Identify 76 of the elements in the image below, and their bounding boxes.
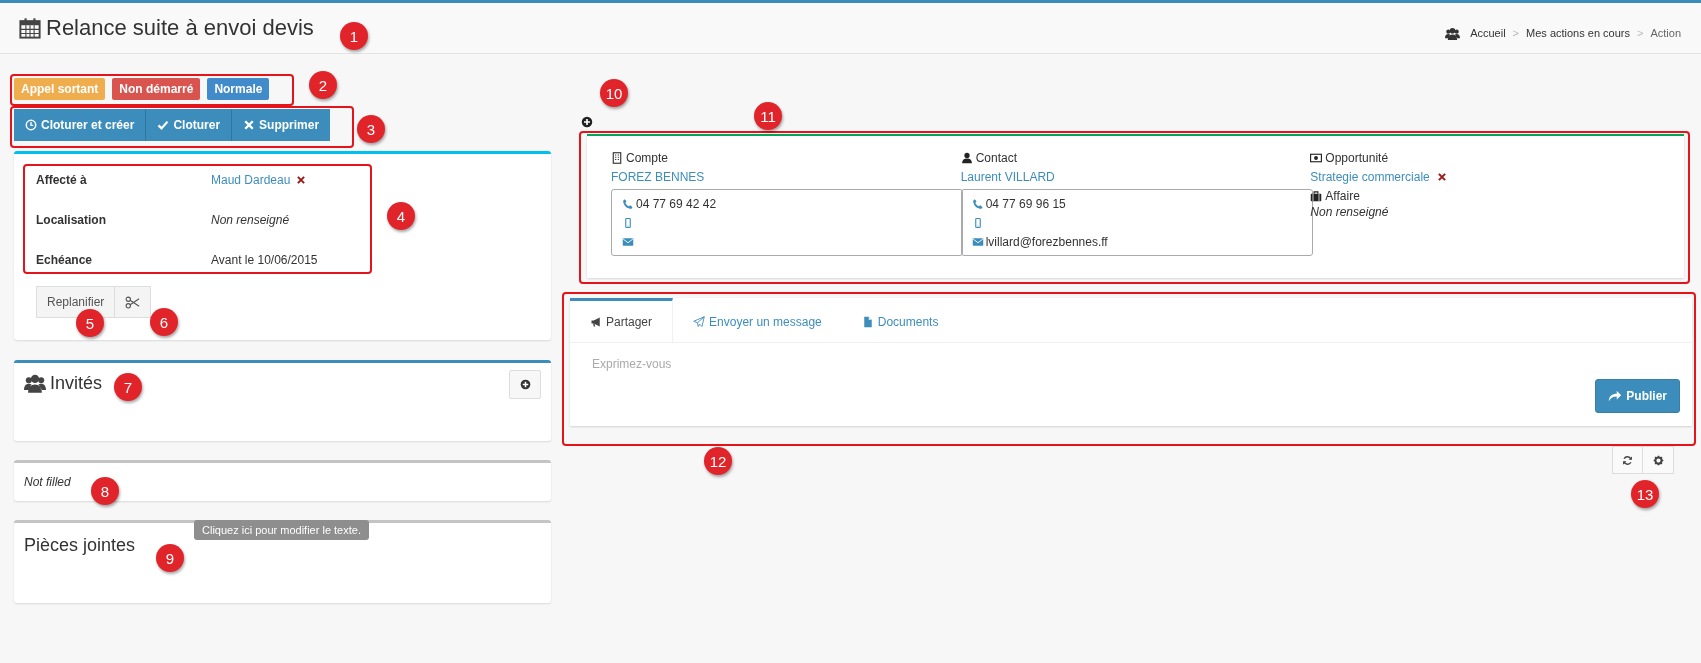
field-label: Echéance — [36, 253, 94, 267]
mobile-icon — [622, 216, 634, 229]
scissors-button[interactable] — [115, 286, 152, 318]
panel-title: Invités — [50, 372, 103, 394]
assignee-link[interactable]: Maud Dardeau — [211, 173, 291, 187]
field-value: Non renseigné — [1310, 205, 1390, 219]
callout-marker: 2 — [309, 71, 337, 99]
plus-icon — [519, 379, 531, 390]
message-field[interactable]: Exprimez-vous — [592, 357, 1680, 379]
section-heading: Compte — [626, 150, 669, 165]
refresh-icon — [1622, 454, 1633, 466]
megaphone-icon — [590, 315, 602, 328]
plus-icon[interactable] — [581, 116, 593, 128]
remove-icon[interactable] — [1436, 171, 1447, 182]
refresh-button[interactable] — [1612, 446, 1643, 474]
user-icon — [960, 151, 973, 164]
calendar-icon — [19, 17, 41, 39]
action-button[interactable]: Cloturer et créer — [14, 109, 147, 141]
group-icon — [1445, 25, 1461, 41]
building-icon — [611, 151, 623, 164]
callout-marker: 11 — [754, 102, 782, 130]
record-link[interactable]: Strategie commerciale — [1310, 169, 1430, 184]
tab[interactable]: Envoyer un message — [673, 298, 842, 342]
tab[interactable]: Partager — [570, 298, 674, 342]
publish-button[interactable]: Publier — [1595, 379, 1680, 413]
breadcrumb-separator: > — [1512, 27, 1520, 39]
callout-marker: 8 — [91, 477, 119, 505]
callout-marker: 12 — [704, 447, 732, 475]
briefcase-icon — [1310, 189, 1323, 202]
settings-button[interactable] — [1643, 446, 1674, 474]
field-value: Non renseigné — [211, 213, 290, 227]
share-icon — [1608, 389, 1623, 403]
callout-marker: 3 — [357, 115, 385, 143]
record-link[interactable]: Laurent VILLARD — [960, 169, 1055, 184]
clock-icon — [25, 119, 37, 131]
breadcrumb-link[interactable]: Mes actions en cours — [1526, 27, 1630, 39]
breadcrumb-separator: > — [1637, 27, 1644, 39]
status-label: Appel sortant — [14, 78, 106, 100]
replan-button[interactable]: Replanifier — [36, 286, 116, 318]
file-icon — [861, 315, 874, 328]
remove-icon[interactable] — [296, 175, 307, 185]
record-link[interactable]: FOREZ BENNES — [611, 169, 705, 184]
phone-icon — [622, 197, 634, 210]
add-button[interactable] — [509, 370, 541, 399]
tooltip: Cliquez ici pour modifier le texte. — [194, 520, 369, 540]
note-text[interactable]: Not filled — [24, 475, 71, 489]
action-button[interactable]: Cloturer — [146, 109, 233, 141]
scissors-icon — [125, 294, 141, 310]
gear-icon — [1652, 454, 1664, 466]
breadcrumb-link[interactable]: Action — [1650, 27, 1681, 39]
envelope-icon — [971, 235, 984, 248]
phone-text: 04 77 69 96 15 — [985, 196, 1066, 211]
breadcrumb-link[interactable]: Accueil — [1470, 27, 1506, 39]
section-heading: Contact — [975, 150, 1018, 165]
phone-icon — [971, 197, 984, 210]
field-label: Localisation — [36, 213, 107, 227]
action-button[interactable]: Supprimer — [232, 109, 331, 141]
phone-text: 04 77 69 42 42 — [636, 196, 717, 211]
email-text: lvillard@forezbennes.ff — [985, 234, 1108, 249]
panel-title: Pièces jointes — [24, 535, 137, 556]
section-heading: Affaire — [1325, 188, 1360, 203]
field-value: Avant le 10/06/2015 — [211, 253, 318, 267]
tab[interactable]: Documents — [841, 298, 959, 342]
check-icon — [157, 119, 170, 131]
field-label: Affecté à — [36, 173, 88, 187]
status-label: Non démarré — [112, 78, 201, 100]
envelope-icon — [622, 235, 634, 248]
cross-icon — [243, 119, 256, 131]
banknote-icon — [1310, 151, 1323, 164]
callout-marker: 10 — [600, 79, 628, 107]
paper-plane-icon — [693, 315, 706, 328]
callout-marker: 13 — [1631, 480, 1659, 508]
group-icon — [24, 372, 46, 394]
page-title: Relance suite à envoi devis — [46, 15, 314, 41]
section-heading: Opportunité — [1325, 150, 1389, 165]
status-label: Normale — [207, 78, 270, 100]
